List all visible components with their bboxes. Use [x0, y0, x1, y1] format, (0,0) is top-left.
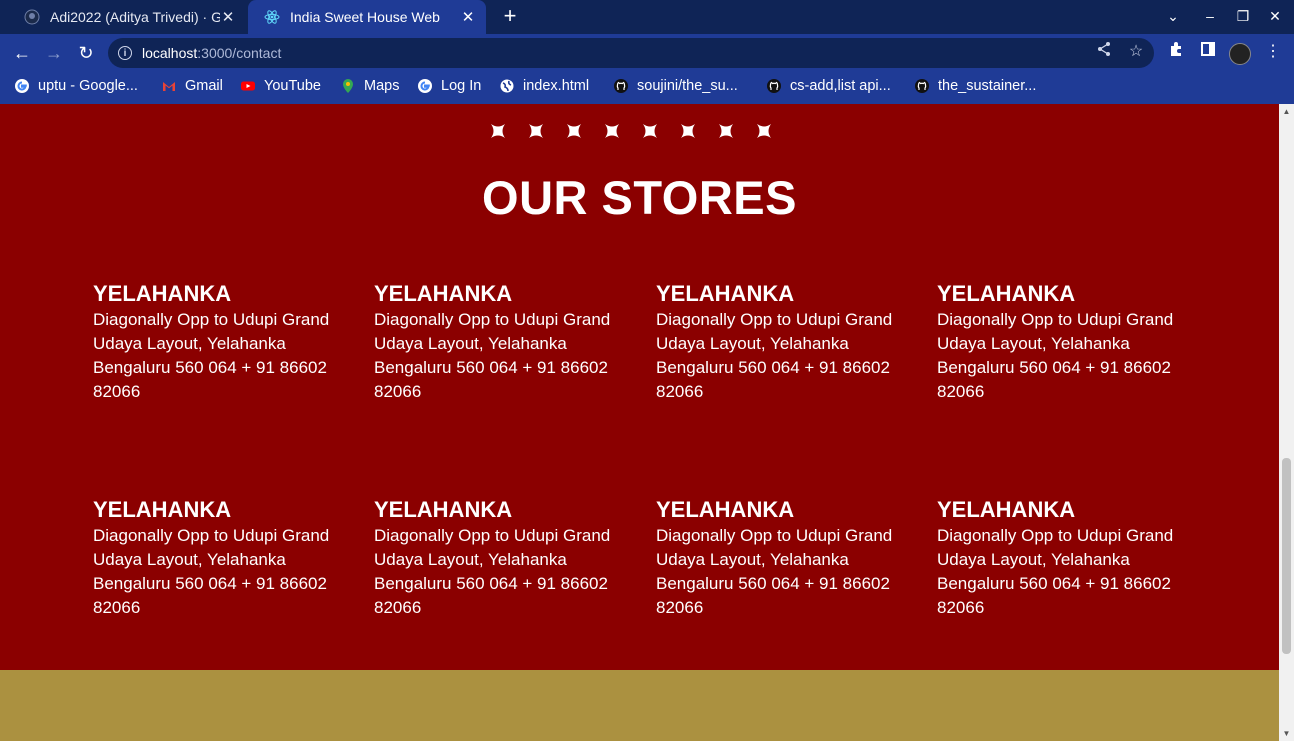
bookmark-label: YouTube	[264, 78, 321, 94]
bookmark-label: cs-add,list api...	[790, 78, 891, 94]
bookmark-soujini[interactable]: soujini/the_su...	[613, 78, 738, 94]
minimize-icon[interactable]: –	[1201, 8, 1219, 24]
bookmark-label: Maps	[364, 78, 400, 94]
store-card: YELAHANKA Diagonally Opp to Udupi Grand …	[937, 496, 1187, 620]
bookmark-youtube[interactable]: YouTube	[240, 78, 321, 94]
extensions-icon[interactable]	[1166, 41, 1186, 62]
github-icon	[914, 78, 930, 94]
tab-github[interactable]: Adi2022 (Aditya Trivedi) · GitHub ✕	[8, 0, 246, 34]
star-icon	[757, 124, 771, 138]
store-card: YELAHANKA Diagonally Opp to Udupi Grand …	[656, 496, 906, 620]
scroll-down-icon[interactable]: ▼	[1282, 730, 1291, 738]
reload-icon[interactable]: ↻	[74, 41, 98, 65]
store-address: Diagonally Opp to Udupi Grand Udaya Layo…	[93, 310, 330, 401]
store-name: YELAHANKA	[656, 497, 795, 522]
scrollbar-thumb[interactable]	[1282, 458, 1291, 654]
url-host: localhost	[142, 45, 198, 61]
address-bar[interactable]: i localhost:3000/contact	[108, 38, 1154, 68]
store-name: YELAHANKA	[656, 281, 795, 306]
tab-strip: Adi2022 (Aditya Trivedi) · GitHub ✕ Indi…	[0, 0, 1294, 34]
page-title: OUR STORES	[482, 171, 797, 224]
store-name: YELAHANKA	[374, 497, 513, 522]
menu-icon[interactable]: ⋮	[1263, 41, 1283, 61]
store-address: Diagonally Opp to Udupi Grand Udaya Layo…	[937, 310, 1174, 401]
bookmarks-bar: uptu - Google... Gmail YouTube Maps Log …	[0, 72, 1294, 104]
star-icon	[681, 124, 695, 138]
store-card: YELAHANKA Diagonally Opp to Udupi Grand …	[937, 280, 1187, 404]
store-address: Diagonally Opp to Udupi Grand Udaya Layo…	[374, 310, 611, 401]
tab-india-sweet-house[interactable]: India Sweet House Web ✕	[248, 0, 486, 34]
globe-icon	[499, 78, 515, 94]
store-card: YELAHANKA Diagonally Opp to Udupi Grand …	[656, 280, 906, 404]
window-close-icon[interactable]: ✕	[1266, 8, 1284, 25]
bookmark-star-icon[interactable]: ☆	[1126, 41, 1146, 61]
bookmark-login[interactable]: Log In	[417, 78, 481, 94]
store-address: Diagonally Opp to Udupi Grand Udaya Layo…	[374, 526, 611, 617]
tab-title: India Sweet House Web	[290, 9, 440, 25]
tab-search-icon[interactable]: ⌄	[1164, 8, 1182, 25]
bookmark-maps[interactable]: Maps	[340, 78, 399, 94]
github-icon	[24, 9, 40, 25]
url-path: :3000/contact	[197, 45, 282, 61]
site-info-icon[interactable]: i	[118, 46, 132, 60]
react-icon	[264, 9, 280, 25]
bookmark-label: Gmail	[185, 78, 223, 94]
github-icon	[766, 78, 782, 94]
store-card: YELAHANKA Diagonally Opp to Udupi Grand …	[93, 496, 343, 620]
store-name: YELAHANKA	[93, 497, 232, 522]
store-name: YELAHANKA	[937, 497, 1076, 522]
close-icon[interactable]: ✕	[460, 8, 476, 26]
new-tab-button[interactable]: +	[498, 5, 522, 29]
share-icon[interactable]	[1094, 41, 1114, 62]
footer-band	[0, 670, 1279, 741]
bookmark-label: soujini/the_su...	[637, 78, 738, 94]
browser-toolbar: ← → ↻ i localhost:3000/contact ☆ ⋮	[0, 34, 1294, 72]
bookmark-cs-add[interactable]: cs-add,list api...	[766, 78, 891, 94]
store-name: YELAHANKA	[93, 281, 232, 306]
store-name: YELAHANKA	[937, 281, 1076, 306]
close-icon[interactable]: ✕	[220, 8, 236, 26]
github-icon	[613, 78, 629, 94]
star-icon	[491, 124, 505, 138]
bookmark-label: the_sustainer...	[938, 78, 1037, 94]
profile-avatar[interactable]	[1229, 43, 1251, 65]
maps-icon	[340, 78, 356, 94]
google-icon	[14, 78, 30, 94]
gmail-icon	[161, 78, 177, 94]
star-icon	[605, 124, 619, 138]
bookmark-label: uptu - Google...	[38, 78, 138, 94]
star-icon	[643, 124, 657, 138]
star-icon	[719, 124, 733, 138]
bookmark-label: Log In	[441, 78, 482, 94]
restore-icon[interactable]: ❐	[1234, 8, 1252, 25]
store-address: Diagonally Opp to Udupi Grand Udaya Layo…	[656, 526, 893, 617]
tab-title: Adi2022 (Aditya Trivedi) · GitHub	[50, 9, 220, 25]
page-content: OUR STORES YELAHANKA Diagonally Opp to U…	[0, 104, 1279, 741]
google-icon	[417, 78, 433, 94]
store-address: Diagonally Opp to Udupi Grand Udaya Layo…	[937, 526, 1174, 617]
star-icon	[529, 124, 543, 138]
side-panel-icon[interactable]	[1198, 41, 1218, 62]
star-icon	[567, 124, 581, 138]
store-card: YELAHANKA Diagonally Opp to Udupi Grand …	[374, 496, 624, 620]
bookmark-label: index.html	[523, 78, 590, 94]
back-icon[interactable]: ←	[10, 41, 34, 65]
bookmark-gmail[interactable]: Gmail	[161, 78, 223, 94]
forward-icon[interactable]: →	[42, 41, 66, 65]
store-address: Diagonally Opp to Udupi Grand Udaya Layo…	[656, 310, 893, 401]
store-card: YELAHANKA Diagonally Opp to Udupi Grand …	[93, 280, 343, 404]
store-name: YELAHANKA	[374, 281, 513, 306]
scroll-up-icon[interactable]: ▲	[1282, 108, 1291, 116]
store-address: Diagonally Opp to Udupi Grand Udaya Layo…	[93, 526, 330, 617]
store-card: YELAHANKA Diagonally Opp to Udupi Grand …	[374, 280, 624, 404]
star-divider	[490, 123, 772, 139]
bookmark-index-html[interactable]: index.html	[499, 78, 589, 94]
bookmark-the-sustainer[interactable]: the_sustainer...	[914, 78, 1036, 94]
youtube-icon	[240, 78, 256, 94]
bookmark-uptu[interactable]: uptu - Google...	[14, 78, 138, 94]
